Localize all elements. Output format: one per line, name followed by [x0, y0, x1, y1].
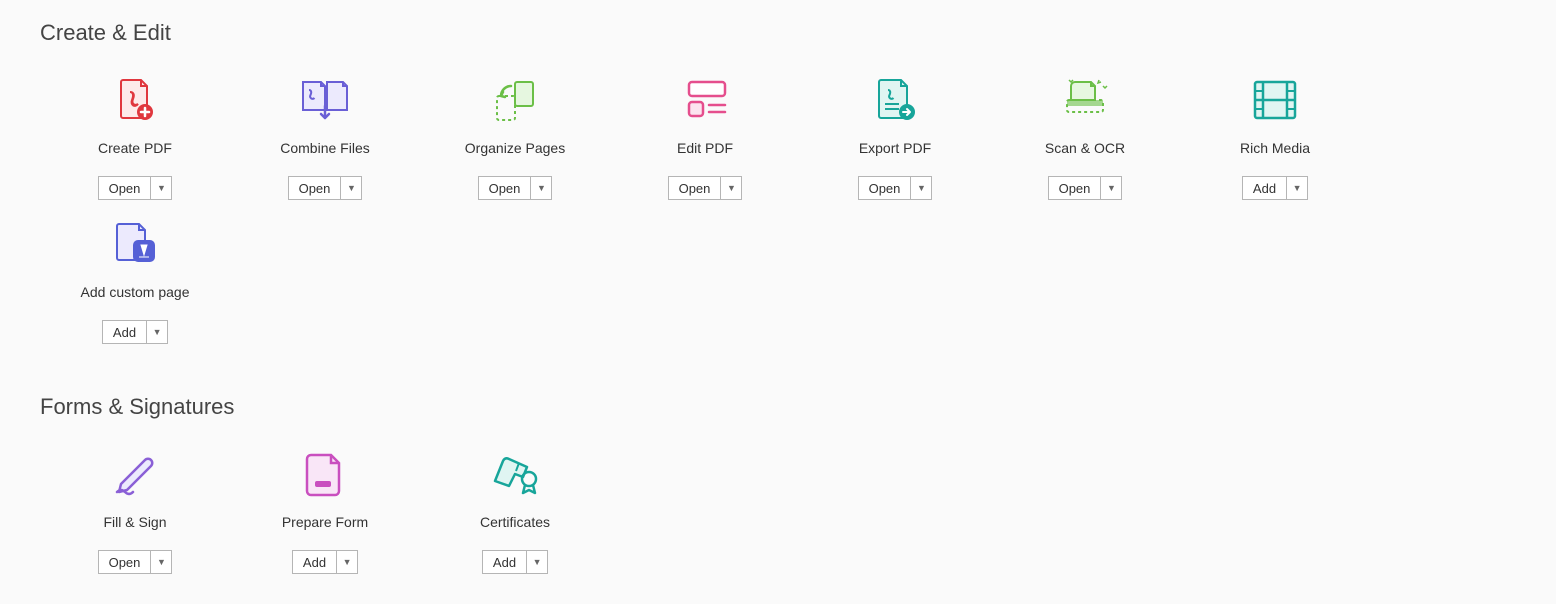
dropdown-arrow-icon[interactable]: ▼ [151, 551, 171, 573]
tool-label: Scan & OCR [1045, 140, 1125, 156]
tool-label: Export PDF [859, 140, 931, 156]
tool-label: Edit PDF [677, 140, 733, 156]
open-button[interactable]: Open [859, 177, 912, 199]
dropdown-arrow-icon[interactable]: ▼ [147, 321, 167, 343]
tool-label: Prepare Form [282, 514, 368, 530]
dropdown-arrow-icon[interactable]: ▼ [1287, 177, 1307, 199]
tool-label: Rich Media [1240, 140, 1310, 156]
tool-label: Combine Files [280, 140, 369, 156]
add-custom-page-icon [111, 220, 159, 268]
add-button[interactable]: Add [293, 551, 337, 573]
scan-ocr-icon [1059, 76, 1111, 124]
tool-add-custom-page: Add custom page Add ▼ [40, 220, 230, 344]
export-pdf-icon [871, 76, 919, 124]
add-button[interactable]: Add [103, 321, 147, 343]
tool-certificates: Certificates Add ▼ [420, 450, 610, 574]
organize-pages-icon [491, 76, 539, 124]
tool-rich-media: Rich Media Add ▼ [1180, 76, 1370, 200]
section-title: Forms & Signatures [40, 394, 1516, 420]
tool-label: Add custom page [81, 284, 190, 300]
tool-action-button[interactable]: Open ▼ [288, 176, 363, 200]
tool-action-button[interactable]: Add ▼ [1242, 176, 1308, 200]
dropdown-arrow-icon[interactable]: ▼ [151, 177, 171, 199]
tool-action-button[interactable]: Open ▼ [858, 176, 933, 200]
tool-label: Create PDF [98, 140, 172, 156]
rich-media-icon [1252, 76, 1298, 124]
tool-row: Fill & Sign Open ▼ Prepare Form Add ▼ [40, 450, 1516, 594]
edit-pdf-icon [681, 76, 729, 124]
section-create-edit: Create & Edit Create PDF Open ▼ [0, 0, 1556, 374]
tool-prepare-form: Prepare Form Add ▼ [230, 450, 420, 574]
open-button[interactable]: Open [289, 177, 342, 199]
tool-export-pdf: Export PDF Open ▼ [800, 76, 990, 200]
dropdown-arrow-icon[interactable]: ▼ [721, 177, 741, 199]
tool-action-button[interactable]: Open ▼ [668, 176, 743, 200]
dropdown-arrow-icon[interactable]: ▼ [911, 177, 931, 199]
tool-action-button[interactable]: Add ▼ [292, 550, 358, 574]
open-button[interactable]: Open [99, 551, 152, 573]
tool-fill-sign: Fill & Sign Open ▼ [40, 450, 230, 574]
tool-scan-ocr: Scan & OCR Open ▼ [990, 76, 1180, 200]
tool-action-button[interactable]: Add ▼ [482, 550, 548, 574]
tool-organize-pages: Organize Pages Open ▼ [420, 76, 610, 200]
section-forms-signatures: Forms & Signatures Fill & Sign Open ▼ [0, 374, 1556, 604]
section-title: Create & Edit [40, 20, 1516, 46]
tool-label: Fill & Sign [103, 514, 166, 530]
add-button[interactable]: Add [1243, 177, 1287, 199]
tool-create-pdf: Create PDF Open ▼ [40, 76, 230, 200]
dropdown-arrow-icon[interactable]: ▼ [1101, 177, 1121, 199]
prepare-form-icon [305, 450, 345, 498]
dropdown-arrow-icon[interactable]: ▼ [341, 177, 361, 199]
open-button[interactable]: Open [669, 177, 722, 199]
tool-action-button[interactable]: Add ▼ [102, 320, 168, 344]
combine-files-icon [299, 76, 351, 124]
tool-action-button[interactable]: Open ▼ [1048, 176, 1123, 200]
dropdown-arrow-icon[interactable]: ▼ [337, 551, 357, 573]
fill-sign-icon [111, 450, 159, 498]
tool-row: Create PDF Open ▼ Combine Files Ope [40, 76, 1516, 364]
dropdown-arrow-icon[interactable]: ▼ [527, 551, 547, 573]
open-button[interactable]: Open [1049, 177, 1102, 199]
tool-combine-files: Combine Files Open ▼ [230, 76, 420, 200]
tool-label: Certificates [480, 514, 550, 530]
tool-action-button[interactable]: Open ▼ [98, 550, 173, 574]
dropdown-arrow-icon[interactable]: ▼ [531, 177, 551, 199]
create-pdf-icon [111, 76, 159, 124]
tool-label: Organize Pages [465, 140, 565, 156]
add-button[interactable]: Add [483, 551, 527, 573]
tool-action-button[interactable]: Open ▼ [98, 176, 173, 200]
certificates-icon [489, 450, 541, 498]
open-button[interactable]: Open [99, 177, 152, 199]
open-button[interactable]: Open [479, 177, 532, 199]
tool-edit-pdf: Edit PDF Open ▼ [610, 76, 800, 200]
tool-action-button[interactable]: Open ▼ [478, 176, 553, 200]
